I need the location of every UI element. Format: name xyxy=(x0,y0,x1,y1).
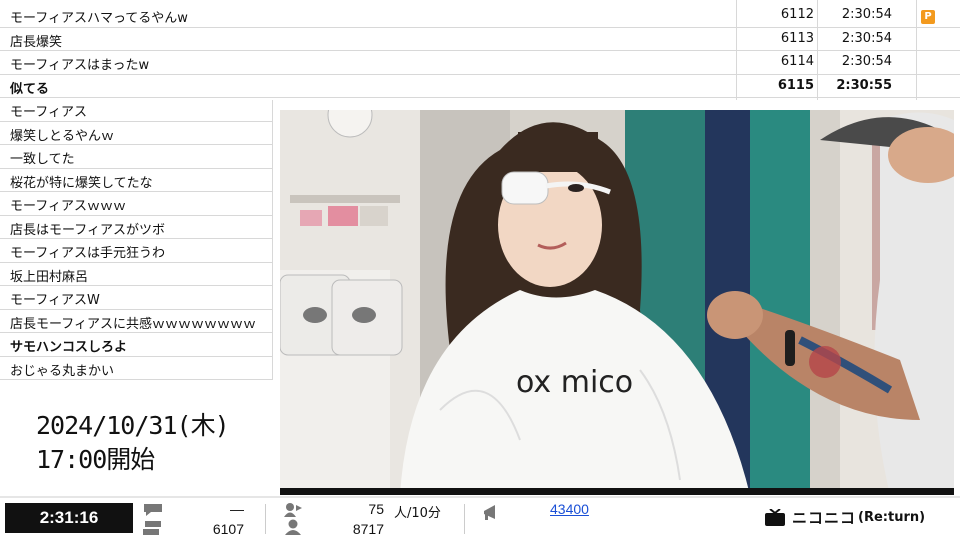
viewer-rate-unit: 人/10分 xyxy=(394,506,441,521)
comment-icon xyxy=(144,504,162,516)
comment-text: 店長爆笑 xyxy=(10,34,63,50)
comment-time: 2:30:54 xyxy=(841,30,892,46)
tv-icon xyxy=(765,508,785,526)
comment-count: 6107 xyxy=(212,521,244,537)
comment-row[interactable]: モーフィアスW xyxy=(0,286,272,310)
comment-text: 桜花が特に爆笑してたな xyxy=(10,175,153,191)
comment-row[interactable]: モーフィアスｗｗｗ xyxy=(0,192,272,216)
comment-text: 一致してた xyxy=(10,152,75,167)
comment-rate: — xyxy=(230,501,244,517)
comment-text: 爆笑しとるやんｗ xyxy=(10,128,115,144)
comment-number: 6112 xyxy=(780,7,814,22)
comment-row[interactable]: サモハンコスしろよ xyxy=(0,333,272,357)
comments-stack-icon xyxy=(143,521,161,535)
comment-text: モーフィアスはまったw xyxy=(10,58,150,73)
comment-text: サモハンコスしろよ xyxy=(10,340,128,355)
column-divider xyxy=(916,0,917,100)
comment-text: モーフィアス xyxy=(10,105,87,120)
comment-time: 2:30:54 xyxy=(841,54,892,69)
comment-text: おじゃる丸まかい xyxy=(10,363,115,379)
ad-points-link[interactable]: 43400 xyxy=(550,501,589,517)
video-frame: ox mico xyxy=(280,110,954,495)
cape-logo: ox mico xyxy=(516,365,633,400)
divider xyxy=(464,504,465,534)
comment-row[interactable]: 桜花が特に爆笑してたな xyxy=(0,169,272,192)
premium-badge-icon: P xyxy=(921,10,935,24)
viewer-rate: 75 xyxy=(368,501,384,517)
comment-row[interactable]: モーフィアス xyxy=(0,98,272,122)
column-divider xyxy=(272,100,273,380)
comment-row[interactable]: 店長モーフィアスに共感ｗｗｗｗｗｗｗｗ xyxy=(0,310,272,333)
column-divider xyxy=(736,0,737,100)
visitor-icon xyxy=(285,519,301,535)
brand-name: ニコニコ xyxy=(792,509,857,527)
comment-row[interactable]: 一致してた xyxy=(0,145,272,169)
comment-row[interactable]: 店長爆笑 6113 2:30:54 xyxy=(0,28,960,51)
column-divider xyxy=(817,0,818,100)
broadcast-start: 17:00開始 xyxy=(36,445,155,474)
comment-text: モーフィアスW xyxy=(10,293,100,308)
broadcast-date: 2024/10/31(木) xyxy=(36,411,230,440)
comment-text: 店長モーフィアスに共感ｗｗｗｗｗｗｗｗ xyxy=(10,316,256,332)
comment-number: 6115 xyxy=(777,77,814,93)
schedule-box: 2024/10/31(木) 17:00開始 xyxy=(0,392,270,496)
comment-time: 2:30:54 xyxy=(841,7,892,22)
comment-text: モーフィアスは手元狂うわ xyxy=(10,246,165,261)
comment-row[interactable]: モーフィアスはまったw 6114 2:30:54 xyxy=(0,51,960,75)
comment-row[interactable]: モーフィアスは手元狂うわ xyxy=(0,239,272,263)
comment-text: 坂上田村麻呂 xyxy=(10,269,89,285)
comment-number: 6113 xyxy=(780,30,814,46)
comment-row[interactable]: 店長はモーフィアスがツボ xyxy=(0,216,272,239)
niconico-logo: ニコニコ (Re:turn) xyxy=(764,507,925,528)
comment-row[interactable]: 爆笑しとるやんｗ xyxy=(0,122,272,145)
elapsed-time: 2:31:16 xyxy=(5,503,133,533)
comment-text: 店長はモーフィアスがツボ xyxy=(10,222,165,238)
comment-text: 似てる xyxy=(10,81,50,97)
comment-row[interactable]: 坂上田村麻呂 xyxy=(0,263,272,286)
megaphone-icon xyxy=(484,505,495,520)
status-bar: 2:31:16 — 6107 75 人/10分 8717 43400 ニコニコ … xyxy=(0,496,960,540)
comment-text: モーフィアスｗｗｗ xyxy=(10,199,126,214)
comment-time: 2:30:55 xyxy=(836,77,892,93)
comment-row[interactable]: モーフィアスハマってるやんw 6112 2:30:54 P xyxy=(0,4,960,28)
comment-row[interactable]: 似てる 6115 2:30:55 xyxy=(0,75,960,98)
comment-number: 6114 xyxy=(780,54,814,69)
comment-text: モーフィアスハマってるやんw xyxy=(10,11,188,26)
comment-row[interactable]: おじゃる丸まかい xyxy=(0,357,272,380)
video-player[interactable]: ox mico xyxy=(280,110,954,495)
divider xyxy=(265,504,266,534)
visitor-count: 8717 xyxy=(352,521,384,537)
brand-suffix: (Re:turn) xyxy=(858,510,926,525)
viewer-icon xyxy=(284,503,302,517)
